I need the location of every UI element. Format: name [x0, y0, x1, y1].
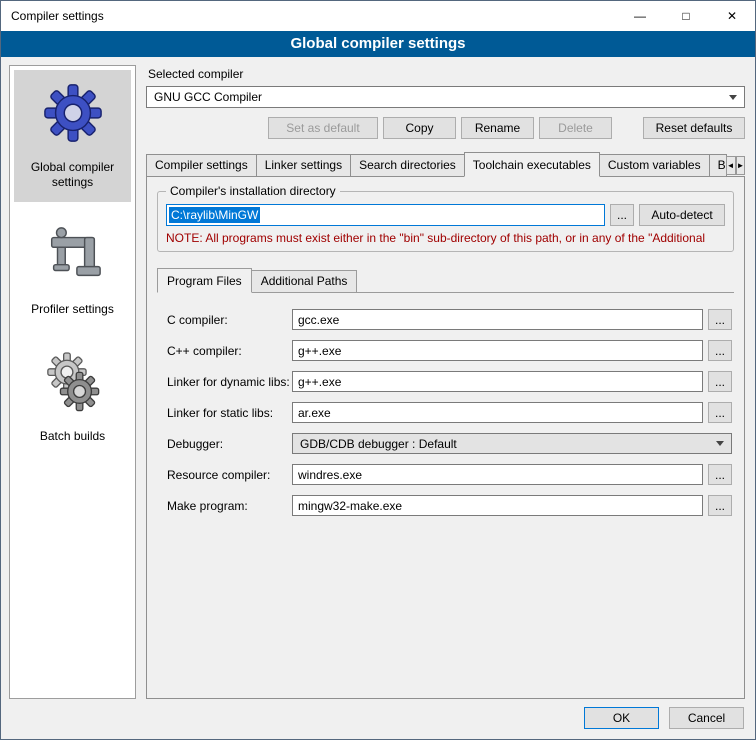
- c-compiler-label: C compiler:: [167, 313, 292, 327]
- tab-program-files[interactable]: Program Files: [157, 268, 252, 293]
- selected-compiler-dropdown[interactable]: GNU GCC Compiler: [146, 86, 745, 108]
- reset-defaults-button[interactable]: Reset defaults: [643, 117, 745, 139]
- dynamic-linker-browse-button[interactable]: ...: [708, 371, 732, 392]
- c-compiler-input[interactable]: [292, 309, 703, 330]
- cpp-compiler-browse-button[interactable]: ...: [708, 340, 732, 361]
- rename-button[interactable]: Rename: [461, 117, 534, 139]
- toolchain-executables-panel: Compiler's installation directory C:\ray…: [146, 176, 745, 699]
- delete-button[interactable]: Delete: [539, 117, 612, 139]
- copy-button[interactable]: Copy: [383, 117, 456, 139]
- tab-build-options[interactable]: Build: [709, 154, 727, 176]
- selected-compiler-label: Selected compiler: [148, 67, 745, 81]
- bin-subdirectory-note: NOTE: All programs must exist either in …: [166, 231, 725, 245]
- debugger-value: GDB/CDB debugger : Default: [300, 437, 457, 451]
- tab-additional-paths[interactable]: Additional Paths: [251, 270, 358, 292]
- tab-compiler-settings[interactable]: Compiler settings: [146, 154, 257, 176]
- set-as-default-button[interactable]: Set as default: [268, 117, 378, 139]
- minimize-icon[interactable]: —: [617, 1, 663, 31]
- installation-directory-groupbox: Compiler's installation directory C:\ray…: [157, 191, 734, 252]
- settings-tab-strip: Compiler settings Linker settings Search…: [146, 152, 745, 176]
- ok-button[interactable]: OK: [584, 707, 659, 729]
- sidebar-item-global-compiler-settings[interactable]: Global compiler settings: [14, 70, 131, 202]
- installation-directory-title: Compiler's installation directory: [166, 184, 340, 198]
- debugger-dropdown[interactable]: GDB/CDB debugger : Default: [292, 433, 732, 454]
- close-icon[interactable]: ✕: [709, 1, 755, 31]
- static-linker-input[interactable]: [292, 402, 703, 423]
- maximize-icon[interactable]: □: [663, 1, 709, 31]
- make-program-browse-button[interactable]: ...: [708, 495, 732, 516]
- compiler-buttons-row: Set as default Copy Rename Delete Reset …: [146, 117, 745, 139]
- tab-search-directories[interactable]: Search directories: [350, 154, 465, 176]
- cancel-button[interactable]: Cancel: [669, 707, 744, 729]
- dynamic-linker-input[interactable]: [292, 371, 703, 392]
- static-linker-browse-button[interactable]: ...: [708, 402, 732, 423]
- chevron-down-icon: [729, 95, 737, 100]
- tab-linker-settings[interactable]: Linker settings: [256, 154, 351, 176]
- debugger-row: Debugger: GDB/CDB debugger : Default: [167, 433, 732, 454]
- program-files-tab-strip: Program Files Additional Paths: [157, 268, 734, 292]
- dialog-header-title: Global compiler settings: [1, 31, 755, 57]
- resource-compiler-row: Resource compiler: ...: [167, 464, 732, 485]
- sidebar-item-label: Profiler settings: [31, 302, 114, 317]
- main-panel: Selected compiler GNU GCC Compiler Set a…: [146, 65, 745, 699]
- profiler-clamp-icon: [42, 224, 104, 286]
- dynamic-linker-row: Linker for dynamic libs: ...: [167, 371, 732, 392]
- make-program-input[interactable]: [292, 495, 703, 516]
- make-program-label: Make program:: [167, 499, 292, 513]
- c-compiler-row: C compiler: ...: [167, 309, 732, 330]
- make-program-row: Make program: ...: [167, 495, 732, 516]
- install-dir-browse-button[interactable]: ...: [610, 204, 634, 226]
- window-controls: — □ ✕: [617, 1, 755, 31]
- stacked-gears-icon: [42, 351, 104, 413]
- resource-compiler-label: Resource compiler:: [167, 468, 292, 482]
- compiler-settings-window: Compiler settings — □ ✕ Global compiler …: [0, 0, 756, 740]
- resource-compiler-browse-button[interactable]: ...: [708, 464, 732, 485]
- tab-custom-variables[interactable]: Custom variables: [599, 154, 710, 176]
- sidebar-item-label: Batch builds: [40, 429, 105, 444]
- install-dir-value: C:\raylib\MinGW: [169, 207, 260, 223]
- debugger-label: Debugger:: [167, 437, 292, 451]
- window-title: Compiler settings: [1, 9, 104, 23]
- autodetect-button[interactable]: Auto-detect: [639, 204, 725, 226]
- dialog-footer: OK Cancel: [1, 703, 755, 739]
- tab-scroll-right-icon[interactable]: ►: [736, 156, 746, 175]
- dialog-content: Global compiler settings Profiler settin…: [1, 57, 755, 703]
- install-dir-input[interactable]: C:\raylib\MinGW: [166, 204, 605, 226]
- sidebar-item-label: Global compiler settings: [18, 160, 127, 190]
- selected-compiler-value: GNU GCC Compiler: [154, 90, 262, 104]
- program-files-panel: C compiler: ... C++ compiler: ... Linker…: [157, 292, 734, 534]
- cpp-compiler-label: C++ compiler:: [167, 344, 292, 358]
- sidebar-item-batch-builds[interactable]: Batch builds: [14, 339, 131, 456]
- settings-sidebar: Global compiler settings Profiler settin…: [9, 65, 136, 699]
- cpp-compiler-input[interactable]: [292, 340, 703, 361]
- blue-gear-icon: [42, 82, 104, 144]
- tab-toolchain-executables[interactable]: Toolchain executables: [464, 152, 600, 177]
- static-linker-label: Linker for static libs:: [167, 406, 292, 420]
- installation-directory-row: C:\raylib\MinGW ... Auto-detect: [166, 204, 725, 226]
- cpp-compiler-row: C++ compiler: ...: [167, 340, 732, 361]
- resource-compiler-input[interactable]: [292, 464, 703, 485]
- titlebar: Compiler settings — □ ✕: [1, 1, 755, 31]
- static-linker-row: Linker for static libs: ...: [167, 402, 732, 423]
- chevron-down-icon: [716, 441, 724, 446]
- tab-scroll-left-icon[interactable]: ◄: [726, 156, 736, 175]
- sidebar-item-profiler-settings[interactable]: Profiler settings: [14, 212, 131, 329]
- dynamic-linker-label: Linker for dynamic libs:: [167, 375, 292, 389]
- c-compiler-browse-button[interactable]: ...: [708, 309, 732, 330]
